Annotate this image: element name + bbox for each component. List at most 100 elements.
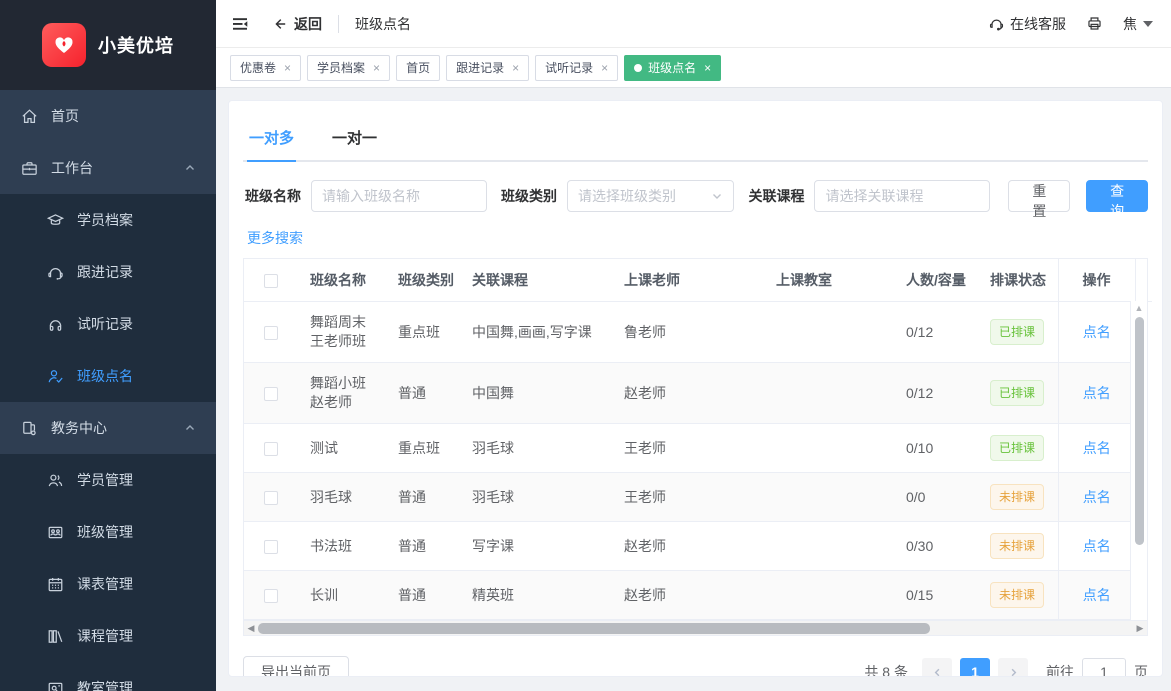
cell-status: 未排课 xyxy=(978,571,1058,620)
cell-category: 普通 xyxy=(386,473,460,522)
sidebar-item[interactable]: 课表管理 xyxy=(0,558,216,610)
close-icon[interactable]: × xyxy=(601,62,608,74)
heart-logo-icon xyxy=(42,23,86,67)
scrollbar-gutter xyxy=(1135,259,1152,302)
close-icon[interactable]: × xyxy=(373,62,380,74)
row-checkbox[interactable] xyxy=(264,387,278,401)
print-button[interactable] xyxy=(1086,15,1103,32)
close-icon[interactable]: × xyxy=(284,62,291,74)
page-number-active[interactable]: 1 xyxy=(960,658,990,677)
total-count: 共 8 条 xyxy=(864,662,908,677)
goto-page-input[interactable] xyxy=(1082,658,1126,677)
sidebar-item[interactable]: 工作台 xyxy=(0,142,216,194)
sidebar-item[interactable]: 教室管理 xyxy=(0,662,216,691)
view-tag[interactable]: 学员档案 × xyxy=(307,55,390,81)
cell-status: 已排课 xyxy=(978,302,1058,363)
online-service-button[interactable]: 在线客服 xyxy=(988,14,1066,34)
next-page-button[interactable] xyxy=(998,658,1028,677)
view-tag[interactable]: 优惠卷 × xyxy=(230,55,301,81)
sidebar-item[interactable]: 教务中心 xyxy=(0,402,216,454)
cell-classroom xyxy=(764,571,894,620)
cell-class-name: 书法班 xyxy=(298,522,386,571)
cell-teacher: 王老师 xyxy=(612,473,764,522)
cell-capacity: 0/12 xyxy=(894,363,978,424)
class-category-select[interactable]: 请选择班级类别 xyxy=(567,180,734,212)
export-button[interactable]: 导出当前页 xyxy=(243,656,349,677)
back-button[interactable]: 返回 xyxy=(272,14,322,34)
table-row: 书法班 普通 写字课 赵老师 0/30 未排课 点名 xyxy=(244,522,1152,571)
page-title: 班级点名 xyxy=(355,14,411,34)
sidebar-item[interactable]: 跟进记录 xyxy=(0,246,216,298)
sidebar-item[interactable]: 班级点名 xyxy=(0,350,216,402)
cell-capacity: 0/10 xyxy=(894,424,978,473)
table-row: 舞蹈周末王老师班 重点班 中国舞,画画,写字课 鲁老师 0/12 已排课 点名 xyxy=(244,302,1152,363)
cell-status: 已排课 xyxy=(978,363,1058,424)
sidebar-item[interactable]: 试听记录 xyxy=(0,298,216,350)
view-tag[interactable]: 跟进记录 × xyxy=(446,55,529,81)
collapse-sidebar-icon[interactable] xyxy=(230,14,250,34)
printer-icon xyxy=(1086,15,1103,32)
student-manage-icon xyxy=(46,471,65,490)
related-course-input[interactable] xyxy=(814,180,990,212)
sidebar-item[interactable]: 学员管理 xyxy=(0,454,216,506)
search-button[interactable]: 查询 xyxy=(1086,180,1148,212)
academic-center-icon xyxy=(20,419,39,438)
view-tag[interactable]: 班级点名 × xyxy=(624,55,721,81)
active-dot xyxy=(634,64,642,72)
reset-button[interactable]: 重置 xyxy=(1008,180,1070,212)
sidebar-item[interactable]: 学员档案 xyxy=(0,194,216,246)
row-checkbox[interactable] xyxy=(264,326,278,340)
roll-call-link[interactable]: 点名 xyxy=(1083,538,1111,554)
row-checkbox[interactable] xyxy=(264,442,278,456)
horizontal-scroll-thumb[interactable] xyxy=(258,623,930,634)
cell-class-name: 测试 xyxy=(298,424,386,473)
roll-call-link[interactable]: 点名 xyxy=(1083,587,1111,603)
select-all-checkbox[interactable] xyxy=(264,274,278,288)
status-badge: 已排课 xyxy=(990,319,1044,345)
col-teacher: 上课老师 xyxy=(612,259,764,302)
horizontal-scrollbar[interactable]: ◀ ▶ xyxy=(244,620,1147,635)
close-icon[interactable]: × xyxy=(704,62,711,74)
app-logo: 小美优培 xyxy=(0,0,216,90)
scroll-up-icon[interactable]: ▲ xyxy=(1135,301,1144,315)
status-badge: 未排课 xyxy=(990,533,1044,559)
cell-category: 普通 xyxy=(386,571,460,620)
cell-capacity: 0/0 xyxy=(894,473,978,522)
view-tag[interactable]: 首页 × xyxy=(396,55,440,81)
cell-classroom xyxy=(764,522,894,571)
sidebar: 小美优培 首页 工作台 xyxy=(0,0,216,691)
cell-teacher: 赵老师 xyxy=(612,363,764,424)
chevron-up-icon xyxy=(184,422,196,434)
roll-call-link[interactable]: 点名 xyxy=(1083,489,1111,505)
roll-call-link[interactable]: 点名 xyxy=(1083,385,1111,401)
col-class-name: 班级名称 xyxy=(298,259,386,302)
card-footer: 导出当前页 共 8 条 1 前往 页 xyxy=(243,656,1148,677)
vertical-scrollbar[interactable]: ▲ xyxy=(1130,301,1147,620)
row-checkbox[interactable] xyxy=(264,589,278,603)
sidebar-item[interactable]: 课程管理 xyxy=(0,610,216,662)
mode-tab[interactable]: 一对一 xyxy=(330,117,379,160)
scroll-left-icon[interactable]: ◀ xyxy=(244,623,258,634)
prev-page-button[interactable] xyxy=(922,658,952,677)
mode-tab[interactable]: 一对多 xyxy=(247,117,296,160)
row-checkbox[interactable] xyxy=(264,540,278,554)
sidebar-menu: 首页 工作台 学员档案 xyxy=(0,90,216,691)
class-name-input[interactable] xyxy=(311,180,487,212)
roll-call-link[interactable]: 点名 xyxy=(1083,324,1111,340)
view-tag[interactable]: 试听记录 × xyxy=(535,55,618,81)
sidebar-item[interactable]: 班级管理 xyxy=(0,506,216,558)
home-icon xyxy=(20,107,39,126)
cell-capacity: 0/30 xyxy=(894,522,978,571)
roll-call-link[interactable]: 点名 xyxy=(1083,440,1111,456)
more-search-link[interactable]: 更多搜索 xyxy=(247,228,303,248)
content-card: 一对多 一对一 班级名称 班级类别 请选择班级类别 关联课程 重置 xyxy=(228,100,1163,677)
scroll-right-icon[interactable]: ▶ xyxy=(1133,623,1147,634)
user-name: 焦 xyxy=(1123,14,1137,34)
vertical-scroll-thumb[interactable] xyxy=(1135,317,1144,545)
row-checkbox[interactable] xyxy=(264,491,278,505)
close-icon[interactable]: × xyxy=(512,62,519,74)
status-badge: 已排课 xyxy=(990,435,1044,461)
cell-class-name: 舞蹈周末王老师班 xyxy=(298,302,386,363)
user-menu[interactable]: 焦 xyxy=(1123,14,1153,34)
sidebar-item[interactable]: 首页 xyxy=(0,90,216,142)
